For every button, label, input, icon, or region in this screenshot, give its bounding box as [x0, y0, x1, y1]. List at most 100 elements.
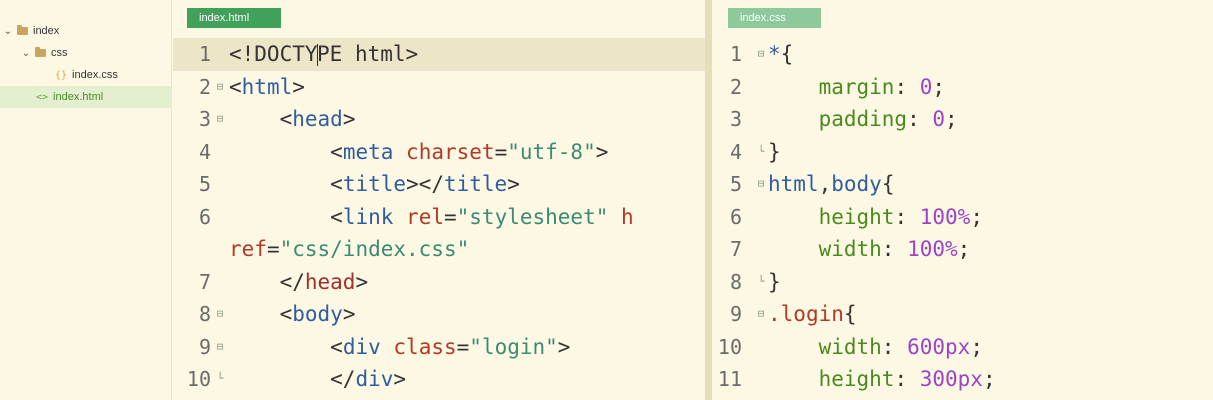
- css-editor-pane[interactable]: index.css 1 ⊟ *{2 margin: 0; 3 padding: 0; 4…: [712, 0, 1213, 400]
- code-token: :: [881, 237, 908, 261]
- code-line[interactable]: 3 ⊟ <head>: [173, 103, 705, 136]
- code-text: padding: 0;: [768, 103, 958, 136]
- line-number: 1: [198, 42, 211, 66]
- code-token: >: [342, 107, 356, 131]
- code-token: height: [818, 204, 895, 229]
- line-number: 5: [729, 172, 742, 196]
- code-line[interactable]: 11 height: 300px;: [712, 363, 1213, 396]
- line-number: 8: [729, 269, 742, 294]
- code-token: ;: [932, 74, 946, 99]
- code-token: }: [768, 269, 781, 294]
- code-token: </: [330, 367, 356, 391]
- code-line[interactable]: 5 ⊟ html,body{: [712, 168, 1213, 201]
- code-token: :: [894, 204, 920, 229]
- code-line[interactable]: 10 └ </div>: [173, 363, 705, 396]
- line-number: 7: [198, 269, 211, 294]
- fold-toggle-icon[interactable]: ⊟: [215, 71, 225, 104]
- code-token: =: [443, 204, 457, 229]
- tree-item-css-folder[interactable]: ⌄ css: [0, 42, 172, 64]
- css-code-area[interactable]: 1 ⊟ *{2 margin: 0; 3 padding: 0; 4 └} 5 ⊟ html,b…: [712, 38, 1213, 396]
- html-editor-pane[interactable]: index.html 1 <!DOCTYPE html> 2 ⊟ <html> 3 ⊟ <h…: [173, 0, 705, 400]
- fold-toggle-icon[interactable]: ⊟: [215, 331, 225, 364]
- pane-splitter[interactable]: [705, 0, 712, 400]
- code-line[interactable]: 7 </head>: [173, 266, 705, 299]
- code-token: 100%: [907, 237, 958, 261]
- code-token: =: [494, 139, 508, 164]
- line-number: 10: [186, 367, 211, 391]
- code-line[interactable]: 9 ⊟ .login{: [712, 298, 1213, 331]
- code-line[interactable]: 3 padding: 0;: [712, 103, 1213, 136]
- tree-item-index-css[interactable]: {} index.css: [0, 64, 172, 86]
- tab-index-css[interactable]: index.css: [728, 8, 821, 28]
- fold-toggle-icon[interactable]: ⊟: [215, 103, 225, 136]
- code-line[interactable]: 7 width: 100%;: [712, 233, 1213, 266]
- code-line[interactable]: 4 └}: [712, 136, 1213, 169]
- code-line[interactable]: 1 <!DOCTYPE html>: [173, 38, 705, 71]
- code-token: PE html>: [317, 42, 419, 66]
- fold-end-icon: └: [216, 372, 224, 385]
- fold-toggle-icon[interactable]: ⊟: [756, 38, 766, 71]
- code-token: <: [330, 334, 343, 359]
- code-text: width: 600px;: [768, 331, 983, 364]
- code-line[interactable]: 8 ⊟ <body>: [173, 298, 705, 331]
- code-line[interactable]: 5 <title></title>: [173, 168, 705, 201]
- code-token: :: [894, 367, 920, 391]
- code-token: ;: [970, 204, 983, 229]
- chevron-down-icon[interactable]: ⌄: [2, 26, 14, 37]
- code-token: ;: [970, 334, 983, 359]
- code-token: body: [831, 172, 882, 196]
- code-text: </head>: [229, 266, 369, 299]
- chevron-down-icon[interactable]: ⌄: [20, 48, 32, 59]
- tree-item-label: index.html: [53, 91, 104, 103]
- code-token: margin: [818, 74, 895, 99]
- code-token: <: [279, 107, 293, 131]
- tree-item-index-html[interactable]: <> index.html: [0, 86, 172, 108]
- code-line[interactable]: 2 ⊟ <html>: [173, 71, 705, 104]
- line-number: 7: [729, 237, 742, 261]
- html-code-area[interactable]: 1 <!DOCTYPE html> 2 ⊟ <html> 3 ⊟ <head> 4 <meta…: [173, 38, 705, 396]
- code-line[interactable]: ref="css/index.css": [173, 233, 705, 266]
- code-text: <!DOCTYPE html>: [229, 38, 418, 71]
- code-line[interactable]: 10 width: 600px;: [712, 331, 1213, 364]
- code-token: html: [768, 172, 819, 196]
- code-token: 300px: [919, 367, 983, 391]
- code-token: "css/index.css": [279, 237, 470, 261]
- folder-icon: [35, 47, 46, 57]
- html-file-icon: <>: [36, 91, 49, 103]
- code-token: :: [907, 107, 933, 131]
- code-line[interactable]: 6 height: 100%;: [712, 201, 1213, 234]
- code-line[interactable]: 9 ⊟ <div class="login">: [173, 331, 705, 364]
- code-text: }: [768, 136, 781, 169]
- fold-toggle-icon[interactable]: ⊟: [756, 168, 766, 201]
- code-token: >: [342, 302, 356, 326]
- code-text: <head>: [229, 103, 356, 136]
- code-line[interactable]: 6 <link rel="stylesheet" h: [173, 201, 705, 234]
- tree-item-index-folder[interactable]: ⌄ index: [0, 20, 172, 42]
- code-token: 600px: [907, 334, 971, 359]
- code-token: html: [241, 74, 293, 99]
- code-line[interactable]: 8 └}: [712, 266, 1213, 299]
- line-number: 2: [198, 74, 211, 99]
- code-line[interactable]: 1 ⊟ *{: [712, 38, 1213, 71]
- code-token: ,: [818, 172, 832, 196]
- code-token: <: [330, 139, 343, 164]
- code-token: ref: [229, 237, 267, 261]
- line-number: 9: [729, 302, 742, 326]
- fold-toggle-icon[interactable]: ⊟: [215, 298, 225, 331]
- code-token: rel: [406, 204, 444, 229]
- tab-index-html[interactable]: index.html: [187, 8, 281, 28]
- code-token: charset: [406, 139, 495, 164]
- code-text: <div class="login">: [229, 331, 570, 364]
- code-line[interactable]: 4 <meta charset="utf-8">: [173, 136, 705, 169]
- fold-toggle-icon[interactable]: ⊟: [756, 298, 766, 331]
- code-line[interactable]: 2 margin: 0;: [712, 71, 1213, 104]
- tree-item-label: index: [33, 25, 60, 37]
- code-token: width: [818, 334, 882, 359]
- code-token: h: [621, 204, 634, 229]
